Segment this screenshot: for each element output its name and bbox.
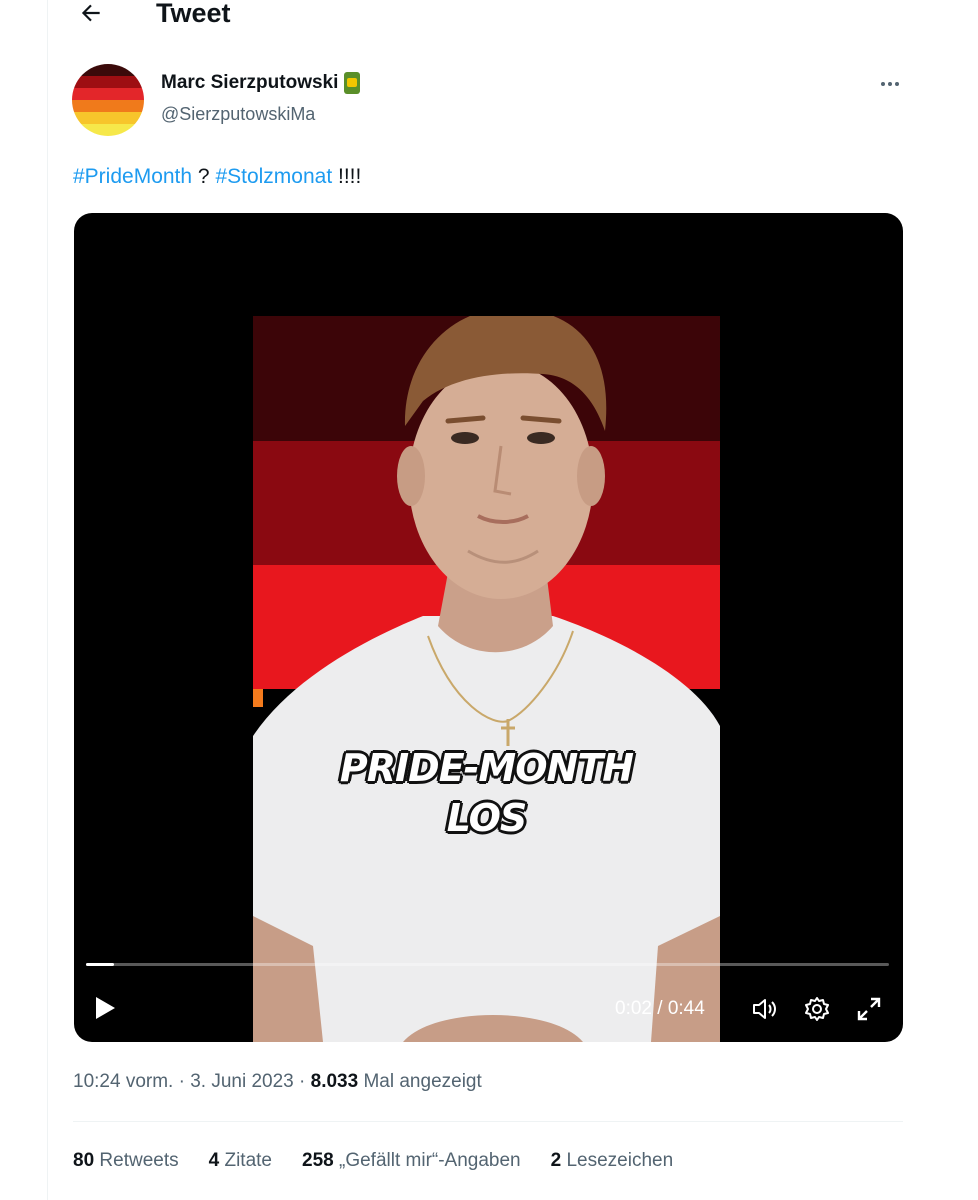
stat-label: „Gefällt mir“-Angaben (339, 1150, 521, 1171)
stat-bookmarks[interactable]: 2 Lesezeichen (551, 1148, 674, 1174)
stat-quotes[interactable]: 4 Zitate (209, 1148, 272, 1174)
avatar[interactable] (72, 64, 144, 136)
avatar-stripe (72, 100, 144, 112)
volume-button[interactable] (748, 993, 780, 1025)
video-player[interactable]: PRIDE-MONTH LOS 0:02 / 0:44 (74, 213, 903, 1042)
back-button[interactable] (74, 0, 108, 28)
tweet-suffix: !!!! (332, 165, 362, 188)
stat-label: Retweets (99, 1150, 179, 1171)
stat-label: Lesezeichen (566, 1150, 674, 1171)
fullscreen-button[interactable] (853, 993, 885, 1025)
tweet-time[interactable]: 10:24 vorm. (73, 1071, 173, 1092)
avatar-stripe (72, 76, 144, 88)
divider (73, 1121, 903, 1122)
stat-retweets[interactable]: 80 Retweets (73, 1148, 179, 1174)
engagement-stats: 80 Retweets 4 Zitate 258 „Gefällt mir“-A… (73, 1148, 703, 1174)
tweet-meta: 10:24 vorm. · 3. Juni 2023 · 8.033 Mal a… (73, 1071, 482, 1092)
play-icon (96, 997, 115, 1019)
video-progress-bar[interactable] (86, 963, 889, 966)
overlay-text-line2: LOS (446, 796, 528, 840)
can-emoji-icon (344, 72, 361, 94)
stat-count: 258 (302, 1150, 334, 1171)
gear-icon (805, 997, 829, 1021)
hashtag-stolzmonat[interactable]: #Stolzmonat (215, 165, 332, 188)
avatar-stripe (72, 88, 144, 100)
avatar-stripe (72, 124, 144, 136)
views-count: 8.033 (310, 1071, 359, 1092)
page-title: Tweet (156, 0, 231, 28)
tweet-text: #PrideMonth ? #Stolzmonat !!!! (73, 163, 361, 191)
tweet-separator: ? (192, 165, 216, 188)
dot-icon (881, 82, 885, 86)
column-border (47, 0, 48, 1200)
person-image (253, 316, 720, 1042)
stat-label: Zitate (224, 1150, 273, 1171)
video-time: 0:02 / 0:44 (615, 998, 705, 1019)
video-frame: PRIDE-MONTH LOS (253, 316, 720, 1042)
author-name-text: Marc Sierzputowski (161, 72, 339, 93)
stat-likes[interactable]: 258 „Gefällt mir“-Angaben (302, 1148, 521, 1174)
author-name[interactable]: Marc Sierzputowski (161, 71, 361, 95)
tweet-date[interactable]: 3. Juni 2023 (190, 1071, 294, 1092)
dot-icon (895, 82, 899, 86)
avatar-stripe (72, 64, 144, 76)
hashtag-pridemonth[interactable]: #PrideMonth (73, 165, 192, 188)
dot-icon (888, 82, 892, 86)
video-progress-fill (86, 963, 115, 966)
avatar-stripe (72, 112, 144, 124)
more-options-button[interactable] (872, 72, 908, 96)
stat-count: 4 (208, 1150, 220, 1171)
stat-count: 2 (550, 1150, 562, 1171)
author-handle[interactable]: @SierzputowskiMa (161, 102, 315, 126)
overlay-text-line1: PRIDE-MONTH (339, 746, 634, 790)
speaker-icon (753, 999, 776, 1019)
stat-count: 80 (73, 1150, 95, 1171)
play-button[interactable] (90, 993, 120, 1023)
arrow-left-icon (81, 4, 100, 22)
expand-icon (857, 997, 881, 1021)
settings-button[interactable] (801, 993, 833, 1025)
views-label: Mal angezeigt (363, 1071, 482, 1092)
